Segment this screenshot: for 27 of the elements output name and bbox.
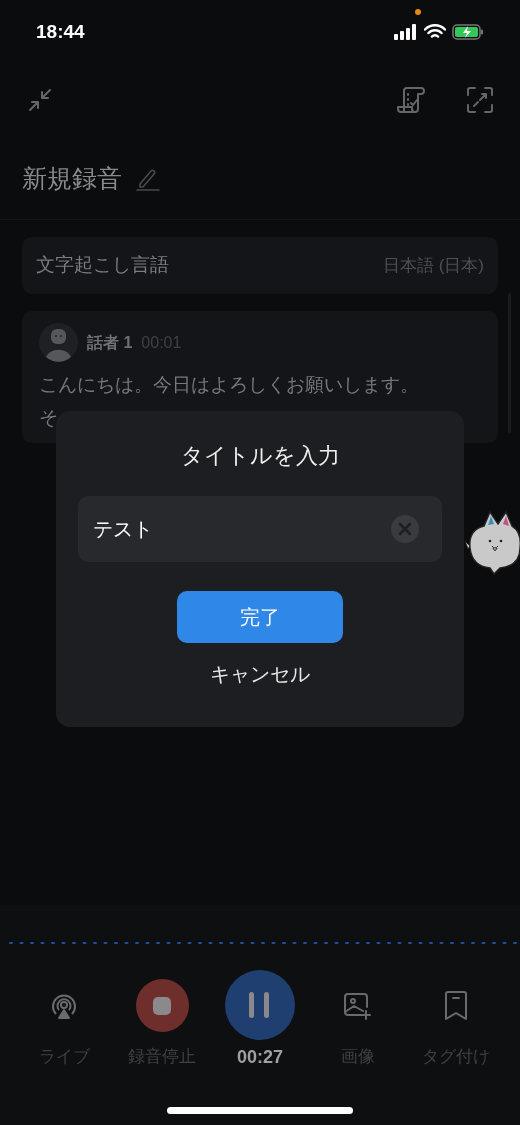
transcript-text: そ bbox=[39, 406, 58, 430]
pause-icon bbox=[249, 992, 271, 1018]
elapsed-time: 00:27 bbox=[236, 1046, 283, 1069]
wifi-icon bbox=[424, 24, 446, 40]
language-row[interactable]: 文字起こし言語 日本語 (日本) bbox=[22, 237, 498, 294]
signal-icon bbox=[394, 24, 418, 40]
stop-button[interactable] bbox=[135, 979, 189, 1032]
privacy-dot-icon bbox=[415, 9, 421, 15]
status-time: 18:44 bbox=[36, 19, 85, 44]
language-value: 日本語 (日本) bbox=[382, 254, 484, 277]
expand-icon[interactable] bbox=[466, 86, 494, 114]
bookmark-icon bbox=[442, 989, 470, 1022]
language-label: 文字起こし言語 bbox=[36, 253, 169, 278]
title-field[interactable]: テスト bbox=[78, 496, 442, 562]
dialog-title: タイトルを入力 bbox=[180, 442, 340, 470]
transcript-text: こんにちは。今日はよろしくお願いします。 bbox=[39, 373, 419, 397]
done-button[interactable]: 完了 bbox=[177, 591, 343, 643]
speaker-name: 話者 1 bbox=[87, 332, 133, 353]
cat-drawing[interactable] bbox=[464, 508, 520, 578]
recording-title: 新規録音 bbox=[22, 162, 122, 194]
document-icon[interactable] bbox=[396, 85, 426, 115]
stop-icon bbox=[153, 996, 171, 1015]
edit-icon[interactable] bbox=[136, 166, 160, 191]
collapse-icon[interactable] bbox=[26, 86, 54, 114]
avatar-icon bbox=[39, 323, 78, 362]
cancel-button[interactable]: キャンセル bbox=[204, 655, 316, 693]
battery-charging-icon bbox=[452, 24, 484, 40]
